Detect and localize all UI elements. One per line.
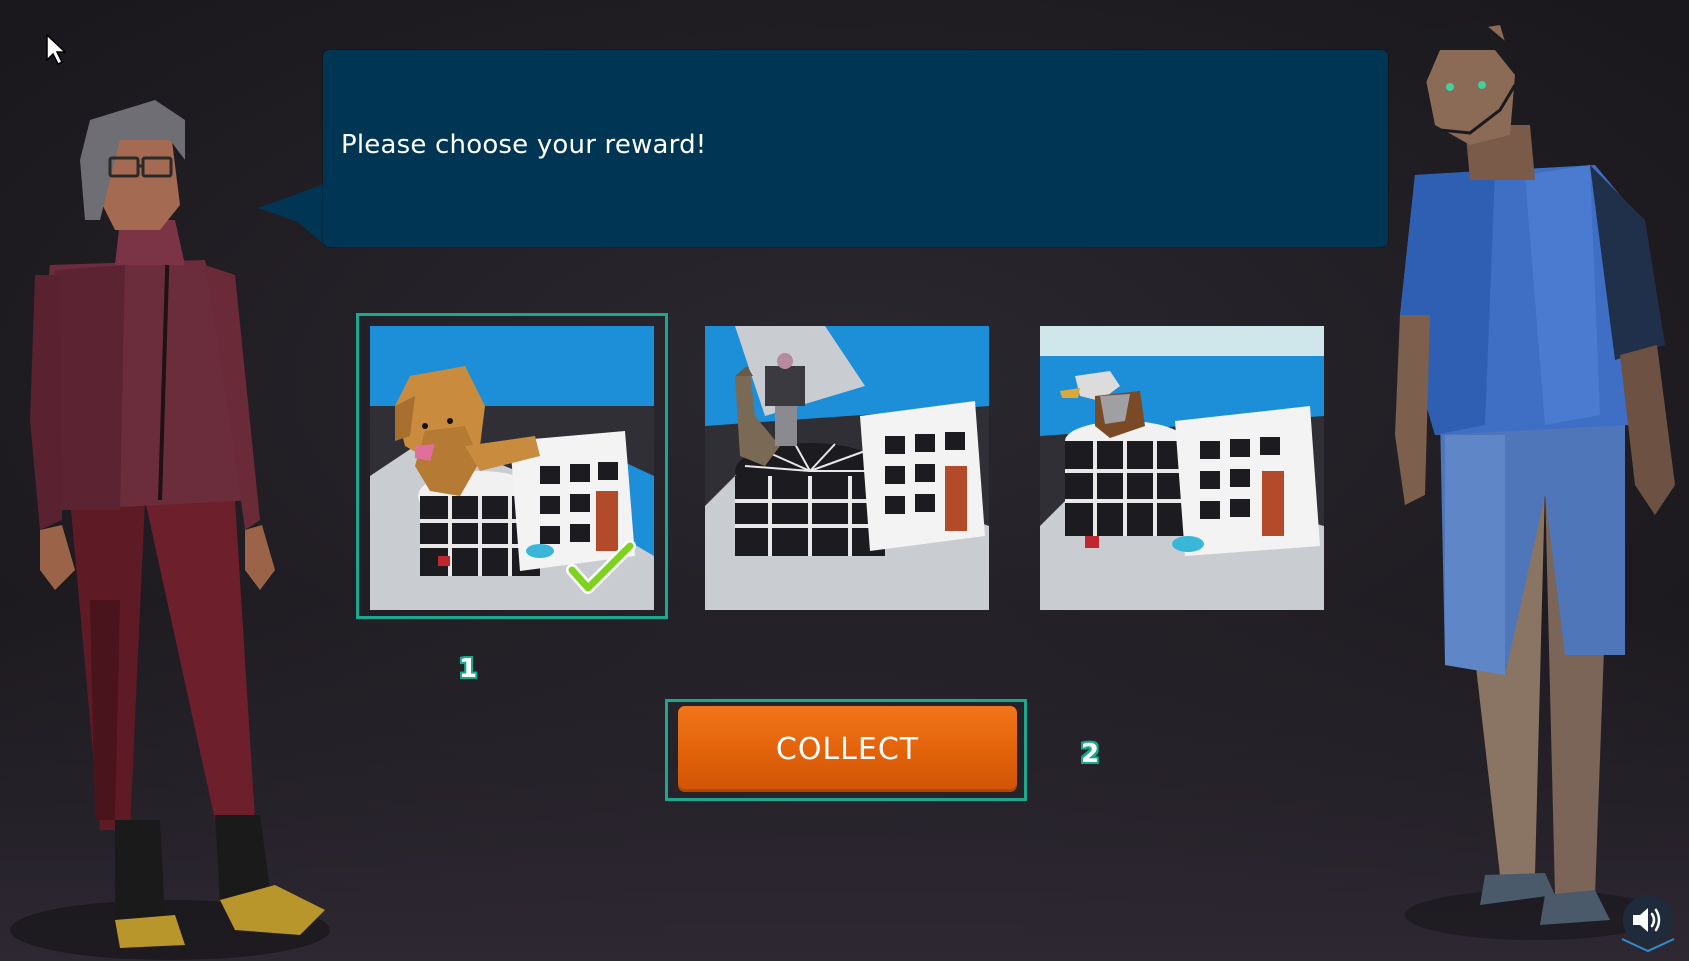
reward-option-eagle[interactable] [1040,326,1324,610]
reward-option-llama[interactable] [705,326,989,610]
speech-bubble: Please choose your reward! [323,50,1388,247]
male-character [1395,20,1675,940]
collect-button[interactable]: COLLECT [678,706,1017,792]
reward-image-llama [705,326,989,610]
step-marker-1: 1 [459,654,478,684]
speech-bubble-tail [258,182,328,248]
checkmark-icon [566,540,636,594]
game-scene: Please choose your reward! 1 2 COLLECT [0,0,1689,961]
mouse-pointer-icon [46,34,67,66]
speaker-icon [1633,908,1661,932]
chevron-down-icon[interactable] [1618,935,1678,955]
dialog-message: Please choose your reward! [341,130,707,160]
reward-image-eagle [1040,326,1324,610]
step-marker-2: 2 [1081,739,1100,769]
